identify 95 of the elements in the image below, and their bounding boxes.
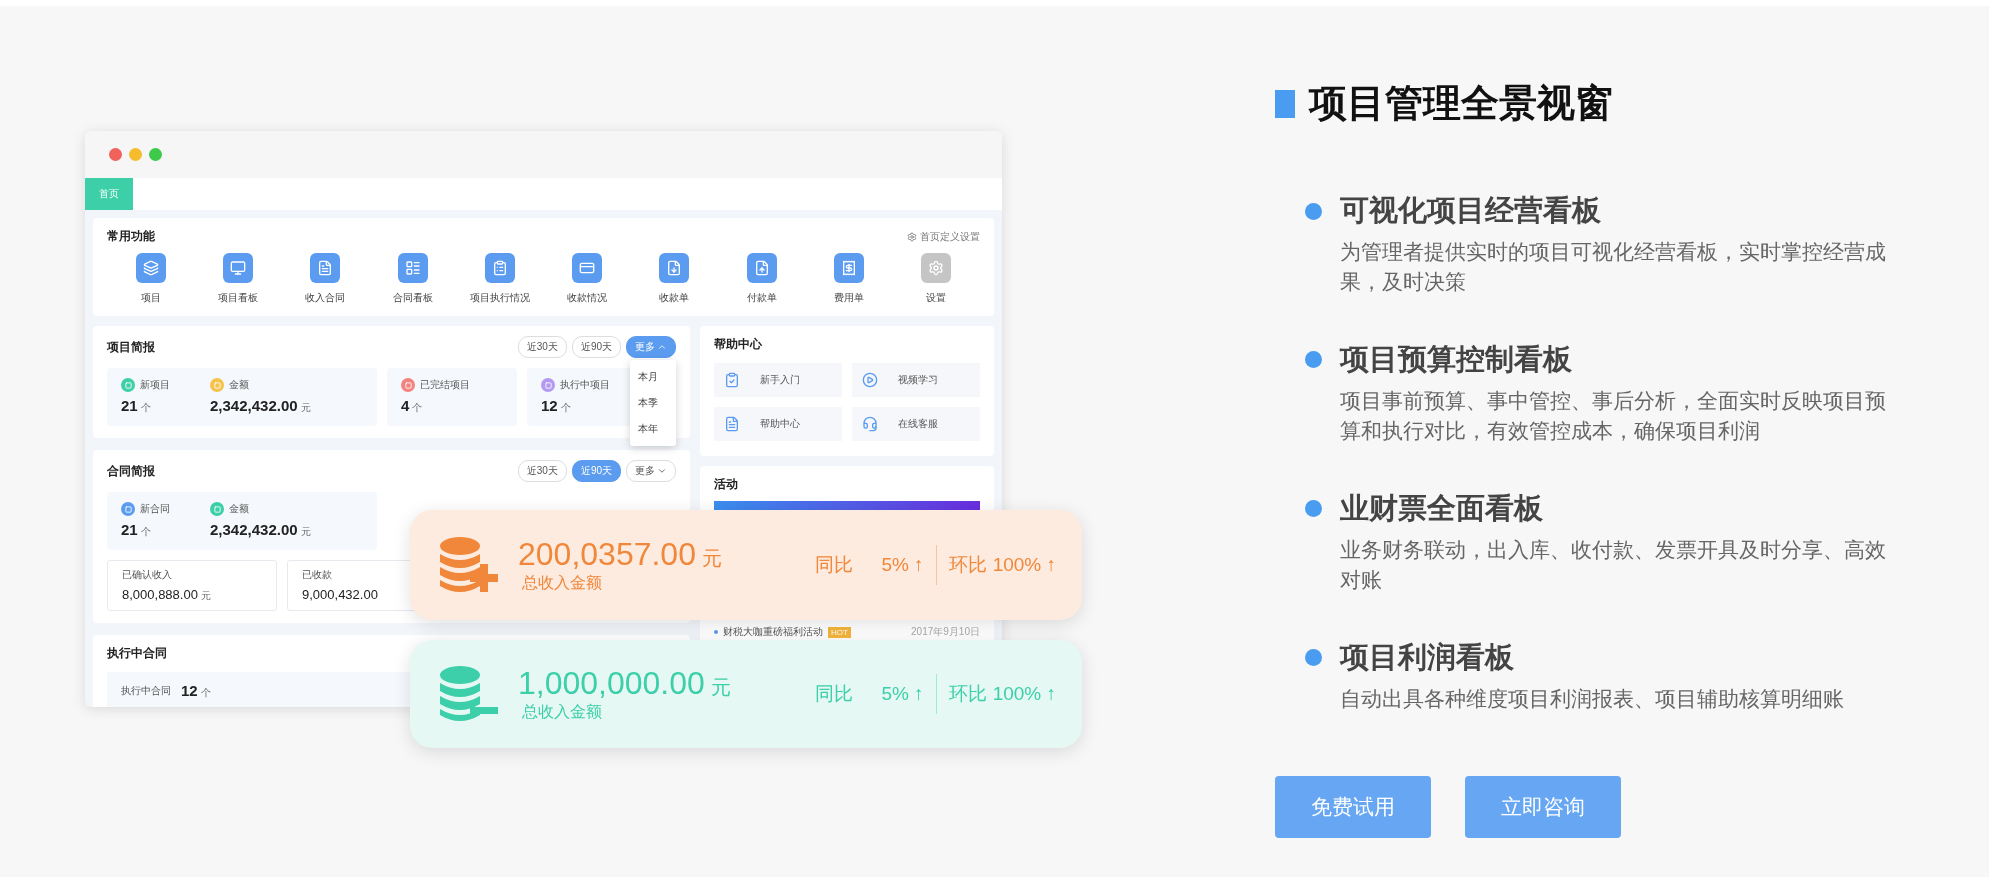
shortcut-icon[interactable] (834, 253, 864, 283)
executing-label: 执行中合同 (121, 684, 171, 698)
filter-chip[interactable]: 更多 (626, 460, 676, 482)
feature-heading: 可视化项目经营看板 (1340, 193, 1601, 228)
compare-label: 环比 (948, 682, 987, 706)
gear-icon (907, 231, 917, 242)
shortcut-label: 设置 (926, 291, 947, 305)
maximize-dot (149, 148, 162, 161)
stat-value: 12 个 (541, 397, 572, 415)
filter-chip[interactable]: 近30天 (517, 336, 567, 358)
compare-label: 环比 (948, 553, 987, 577)
feature-heading: 业财票全面看板 (1340, 490, 1543, 526)
card-title: 常用功能 (107, 228, 155, 245)
compare-value: 5% ↑ (881, 554, 924, 576)
shortcut-icon[interactable] (659, 253, 690, 283)
stat-label: 已完结项目 (420, 378, 470, 392)
bullet-dot (1305, 649, 1322, 667)
card-title: 执行中合同 (107, 645, 168, 662)
caret-icon (657, 466, 667, 476)
shortcut-label: 付款单 (746, 291, 777, 305)
total-label: 已确认收入 (122, 568, 173, 582)
hot-badge: HOT (828, 626, 851, 638)
close-dot (109, 148, 122, 161)
card-title: 项目简报 (107, 338, 155, 356)
help-item[interactable]: 帮助中心 (714, 407, 842, 441)
compare-label: 同比 (815, 682, 854, 706)
filter-chip[interactable]: 近30天 (517, 460, 567, 482)
amount: 1,000,000.00 元 (518, 665, 731, 702)
total-value: 9,000,432.00 (302, 587, 379, 602)
play-icon (862, 372, 878, 388)
bullet-dot (1305, 202, 1322, 220)
amount-label: 总收入金额 (522, 702, 603, 722)
compare-value: 100% ↑ (992, 683, 1056, 705)
bullet-dot (1305, 500, 1322, 518)
headset-icon (862, 416, 878, 432)
help-item[interactable]: 新手入门 (714, 363, 842, 397)
bullet-dot (1305, 351, 1322, 369)
amount: 200,0357.00 元 (518, 536, 722, 573)
shortcut-icon[interactable] (222, 253, 253, 283)
feature-description: 自动出具各种维度项目利润报表、项目辅助核算明细账 (1340, 685, 1845, 712)
shortcut-icon[interactable] (746, 253, 777, 283)
stat-label: 金额 (229, 502, 249, 516)
activity-date: 2017年9月10日 (911, 625, 980, 639)
feature-description: 项目事前预算、事中管控、事后分析，全面实时反映项目预算和执行对比，有效管控成本，确保项目利润 (1340, 387, 1887, 445)
menu-item[interactable]: 本月 (630, 364, 676, 390)
shortcut-label: 项目看板 (217, 291, 258, 305)
card-title: 活动 (714, 476, 739, 493)
stat-value: 4 个 (401, 397, 424, 415)
shortcut-label: 收款单 (659, 291, 690, 305)
stat-value: 2,342,432.00 元 (210, 521, 311, 539)
shortcut-icon[interactable] (397, 253, 428, 283)
stat-value: 2,342,432.00 元 (210, 397, 311, 415)
activity-item[interactable]: 财税大咖重磅福利活动 HOT 2017年9月10日 (714, 622, 980, 642)
shortcut-label: 收款情况 (567, 291, 608, 305)
document-icon (724, 416, 740, 432)
compare-label: 同比 (815, 553, 854, 577)
shortcut-icon[interactable] (310, 253, 341, 283)
help-item[interactable]: 在线客服 (852, 407, 980, 441)
compare-value: 100% ↑ (992, 554, 1056, 576)
shortcut-label: 费用单 (834, 291, 864, 305)
shortcut-label: 项目执行情况 (469, 291, 530, 305)
stat-label: 执行中项目 (560, 378, 610, 392)
settings-link[interactable]: 首页定义设置 (907, 229, 980, 244)
filter-chip[interactable]: 近90天 (571, 336, 621, 358)
menu-item[interactable]: 本季 (630, 390, 676, 416)
shortcut-icon[interactable] (135, 253, 166, 283)
help-item[interactable]: 视频学习 (852, 363, 980, 397)
title-marker (1275, 89, 1295, 118)
shortcut-label: 项目 (140, 291, 161, 305)
stat-value: 21 个 (121, 397, 152, 415)
clipboard-check-icon (724, 372, 740, 388)
feature-description: 业务财务联动，出入库、收付款、发票开具及时分享、高效对账 (1340, 536, 1887, 594)
card-title: 合同简报 (107, 462, 155, 480)
menu-item[interactable]: 本年 (630, 416, 676, 442)
feature-description: 为管理者提供实时的项目可视化经营看板，实时掌控经营成果，及时决策 (1340, 239, 1887, 296)
stat-label: 金额 (229, 378, 249, 392)
section-title: 项目管理全景视窗 (1309, 81, 1613, 126)
total-label: 已收款 (302, 568, 333, 582)
card-title: 帮助中心 (714, 336, 763, 353)
stat-value: 21 个 (121, 521, 152, 539)
stat-label: 新合同 (140, 502, 170, 516)
executing-value: 12 个 (181, 682, 211, 700)
minimize-dot (129, 148, 142, 161)
shortcut-icon[interactable] (484, 253, 515, 283)
compare-value: 5% ↑ (881, 683, 924, 705)
feature-heading: 项目预算控制看板 (1340, 341, 1572, 377)
shortcut-icon[interactable] (572, 253, 603, 283)
shortcut-label: 收入合同 (305, 291, 346, 305)
shortcut-label: 合同看板 (392, 291, 433, 305)
stat-label: 新项目 (140, 378, 170, 392)
caret-icon (657, 342, 667, 352)
feature-heading: 项目利润看板 (1340, 639, 1514, 675)
total-value: 8,000,888.00 元 (122, 587, 212, 603)
shortcut-icon[interactable] (921, 253, 952, 283)
amount-label: 总收入金额 (522, 573, 603, 593)
